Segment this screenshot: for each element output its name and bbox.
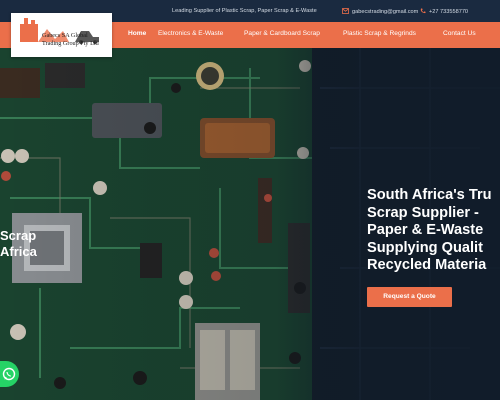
- email-link[interactable]: gabecstrading@gmail.com: [342, 8, 418, 15]
- company-logo[interactable]: Gabecs SA Global Trading Group Pty Ltd: [11, 13, 112, 57]
- request-quote-button[interactable]: Request a Quote: [367, 287, 452, 307]
- nav-plastic-scrap[interactable]: Plastic Scrap & Regrinds: [343, 30, 416, 37]
- email-text: gabecstrading@gmail.com: [352, 9, 419, 15]
- nav-paper-cardboard[interactable]: Paper & Cardboard Scrap: [244, 30, 320, 37]
- phone-icon: [420, 8, 426, 14]
- logo-line: Gabecs SA Global: [42, 32, 88, 39]
- hero-headline: South Africa's Tru Scrap Supplier - Pape…: [367, 187, 500, 275]
- side-title-line: Africa: [0, 244, 37, 259]
- tagline: Leading Supplier of Plastic Scrap, Paper…: [172, 8, 317, 14]
- hero-side-title: Scrap Africa: [0, 228, 37, 260]
- phone-text: +27 733558770: [429, 9, 469, 15]
- nav-contact-us[interactable]: Contact Us: [443, 30, 476, 37]
- headline-line: Paper & E-Waste: [367, 222, 484, 238]
- nav-electronics-ewaste[interactable]: Electronics & E-Waste: [158, 30, 223, 37]
- headline-line: South Africa's Tru: [367, 187, 492, 203]
- nav-home[interactable]: Home: [128, 30, 146, 37]
- logo-line: Trading Group Pty Ltd: [42, 40, 99, 47]
- headline-line: Scrap Supplier -: [367, 204, 479, 221]
- phone-link[interactable]: +27 733558770: [420, 8, 468, 15]
- hero-section: Scrap Africa South Africa's Tru Scrap Su…: [0, 48, 500, 400]
- whatsapp-button[interactable]: [0, 361, 19, 387]
- email-icon: [342, 8, 349, 14]
- headline-line: Recycled Materia: [367, 257, 487, 273]
- side-title-line: Scrap: [0, 228, 37, 243]
- whatsapp-icon: [2, 367, 16, 381]
- headline-line: Supplying Qualit: [367, 239, 483, 256]
- logo-text: Gabecs SA Global Trading Group Pty Ltd: [42, 32, 110, 48]
